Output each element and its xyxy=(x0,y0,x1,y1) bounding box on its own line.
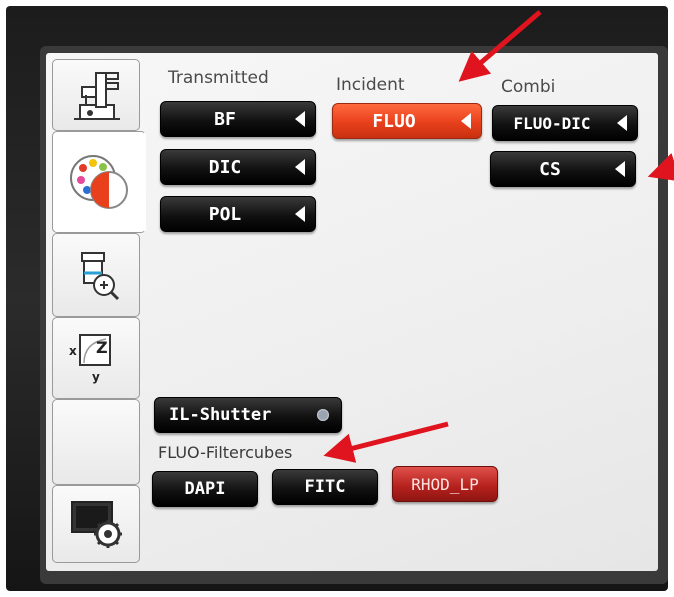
tab-xyz-stage[interactable]: Z x y xyxy=(52,317,140,399)
y-axis-label: y xyxy=(92,370,100,384)
pol-label: POL xyxy=(208,203,242,225)
rhod-lp-label: RHOD_LP xyxy=(411,474,479,494)
fitc-label: FITC xyxy=(304,477,346,497)
dapi-label: DAPI xyxy=(184,479,226,499)
screen-settings-icon xyxy=(71,501,122,548)
sidebar: Z x y xyxy=(46,53,146,571)
z-axis-label: Z xyxy=(96,338,108,357)
touch-screen: Z x y Transmitted Incident Combi BF DIC … xyxy=(46,53,658,571)
left-arrow-icon xyxy=(295,111,305,127)
left-arrow-icon xyxy=(295,159,305,175)
bf-button[interactable]: BF xyxy=(160,101,316,137)
x-axis-label: x xyxy=(69,344,77,358)
bf-label: BF xyxy=(214,108,236,130)
dic-label: DIC xyxy=(208,156,242,178)
xyz-stage-icon: Z x y xyxy=(69,334,111,384)
il-shutter-toggle[interactable]: IL-Shutter xyxy=(154,397,342,433)
left-arrow-icon xyxy=(461,113,471,129)
fitc-button[interactable]: FITC xyxy=(272,469,378,505)
microscope-icon xyxy=(74,72,120,120)
tab-empty[interactable] xyxy=(52,399,140,485)
objective-zoom-icon xyxy=(81,252,120,301)
header-transmitted: Transmitted xyxy=(168,68,269,88)
il-shutter-label: IL-Shutter xyxy=(169,405,272,425)
fluo-dic-label: FLUO-DIC xyxy=(513,113,591,133)
dic-button[interactable]: DIC xyxy=(160,149,316,185)
tab-settings[interactable] xyxy=(52,485,140,563)
header-combi: Combi xyxy=(501,77,556,97)
left-arrow-icon xyxy=(617,115,627,131)
rhod-lp-button[interactable]: RHOD_LP xyxy=(392,466,498,502)
fluo-label: FLUO xyxy=(372,110,416,132)
left-arrow-icon xyxy=(295,206,305,222)
tab-microscope[interactable] xyxy=(52,59,140,131)
contrast-palette-icon xyxy=(70,155,128,209)
tab-contrast-methods[interactable] xyxy=(52,131,146,233)
cs-button[interactable]: CS xyxy=(490,151,636,187)
cs-label: CS xyxy=(539,158,561,180)
tab-objective[interactable] xyxy=(52,233,140,317)
fluo-dic-button[interactable]: FLUO-DIC xyxy=(492,105,638,141)
filtercubes-label: FLUO-Filtercubes xyxy=(158,443,293,462)
pol-button[interactable]: POL xyxy=(160,196,316,232)
header-incident: Incident xyxy=(336,75,405,95)
dapi-button[interactable]: DAPI xyxy=(152,471,258,507)
left-arrow-icon xyxy=(615,161,625,177)
fluo-button[interactable]: FLUO xyxy=(332,103,482,139)
shutter-indicator-icon xyxy=(317,409,329,421)
